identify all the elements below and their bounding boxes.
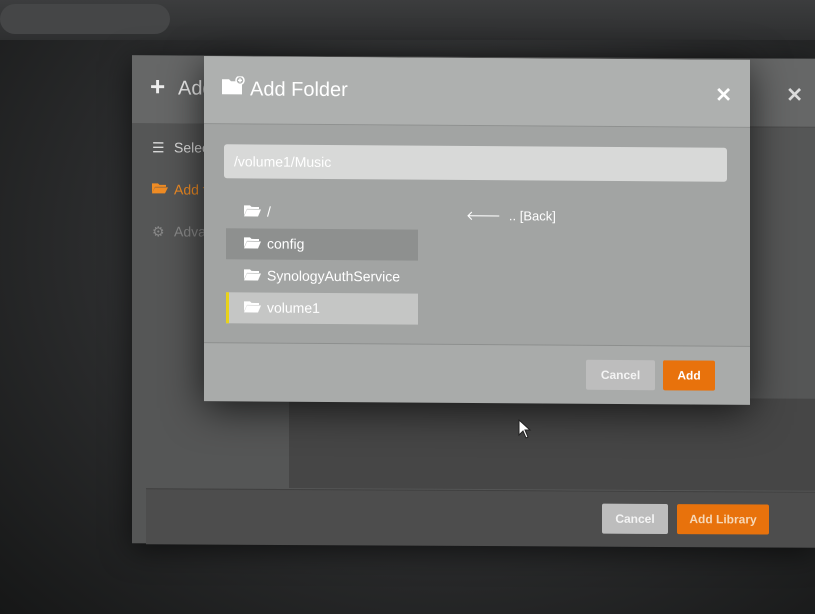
- back-link-label: .. [Back]: [508, 208, 556, 224]
- add-button[interactable]: Add: [663, 360, 715, 391]
- sidebar-item-advanced[interactable]: ⚙ Adva: [152, 223, 206, 245]
- folder-tree-label: /: [267, 203, 271, 220]
- sidebar-item-add-folders[interactable]: Add f: [152, 181, 207, 203]
- sidebar-item-select-type[interactable]: ☰ Selec: [152, 139, 209, 161]
- folder-open-icon: [244, 229, 262, 260]
- plus-icon: +: [150, 71, 166, 102]
- background-top-bar: [0, 0, 815, 40]
- folder-tree-item-root[interactable]: /: [226, 196, 418, 228]
- sidebar-item-label: Add f: [174, 181, 207, 198]
- folder-tree-item-config[interactable]: config: [226, 228, 418, 261]
- folder-open-icon: [244, 197, 262, 228]
- folder-tree: / config SynologyAuthService volume1: [226, 196, 418, 325]
- cancel-button[interactable]: Cancel: [586, 359, 655, 391]
- cancel-button[interactable]: Cancel: [602, 503, 668, 535]
- folder-tree-label: volume1: [267, 299, 320, 316]
- arrow-left-icon: 🡐: [466, 207, 501, 224]
- folder-open-icon: [244, 293, 262, 324]
- sidebar-item-label: Adva: [174, 223, 206, 240]
- folder-open-icon: [244, 261, 262, 292]
- folder-tree-item-synologyauthservice[interactable]: SynologyAuthService: [226, 260, 418, 292]
- back-link[interactable]: 🡐 .. [Back]: [466, 208, 556, 225]
- add-folder-footer: Cancel Add: [204, 342, 750, 405]
- add-library-content: [289, 396, 815, 491]
- folder-tree-label: SynologyAuthService: [267, 267, 401, 285]
- add-library-footer: Cancel Add Library: [146, 488, 815, 548]
- close-icon[interactable]: ✕: [786, 83, 803, 108]
- add-folder-title: Add Folder: [250, 78, 348, 102]
- folder-tree-item-volume1[interactable]: volume1: [226, 292, 418, 325]
- folder-open-icon: [152, 181, 170, 197]
- mouse-cursor-icon: [518, 418, 532, 444]
- folder-path-input[interactable]: [224, 144, 727, 182]
- folder-tree-label: config: [267, 235, 305, 252]
- add-folder-header: Add Folder ✕: [204, 56, 750, 128]
- list-icon: ☰: [152, 139, 165, 156]
- folder-add-icon: [221, 75, 245, 101]
- background-search-pill: [0, 4, 170, 34]
- gear-icon: ⚙: [152, 223, 165, 240]
- close-icon[interactable]: ✕: [715, 83, 732, 108]
- add-folder-dialog: Add Folder ✕ / config SynologyAuthServic…: [204, 56, 750, 405]
- add-library-button[interactable]: Add Library: [677, 504, 769, 535]
